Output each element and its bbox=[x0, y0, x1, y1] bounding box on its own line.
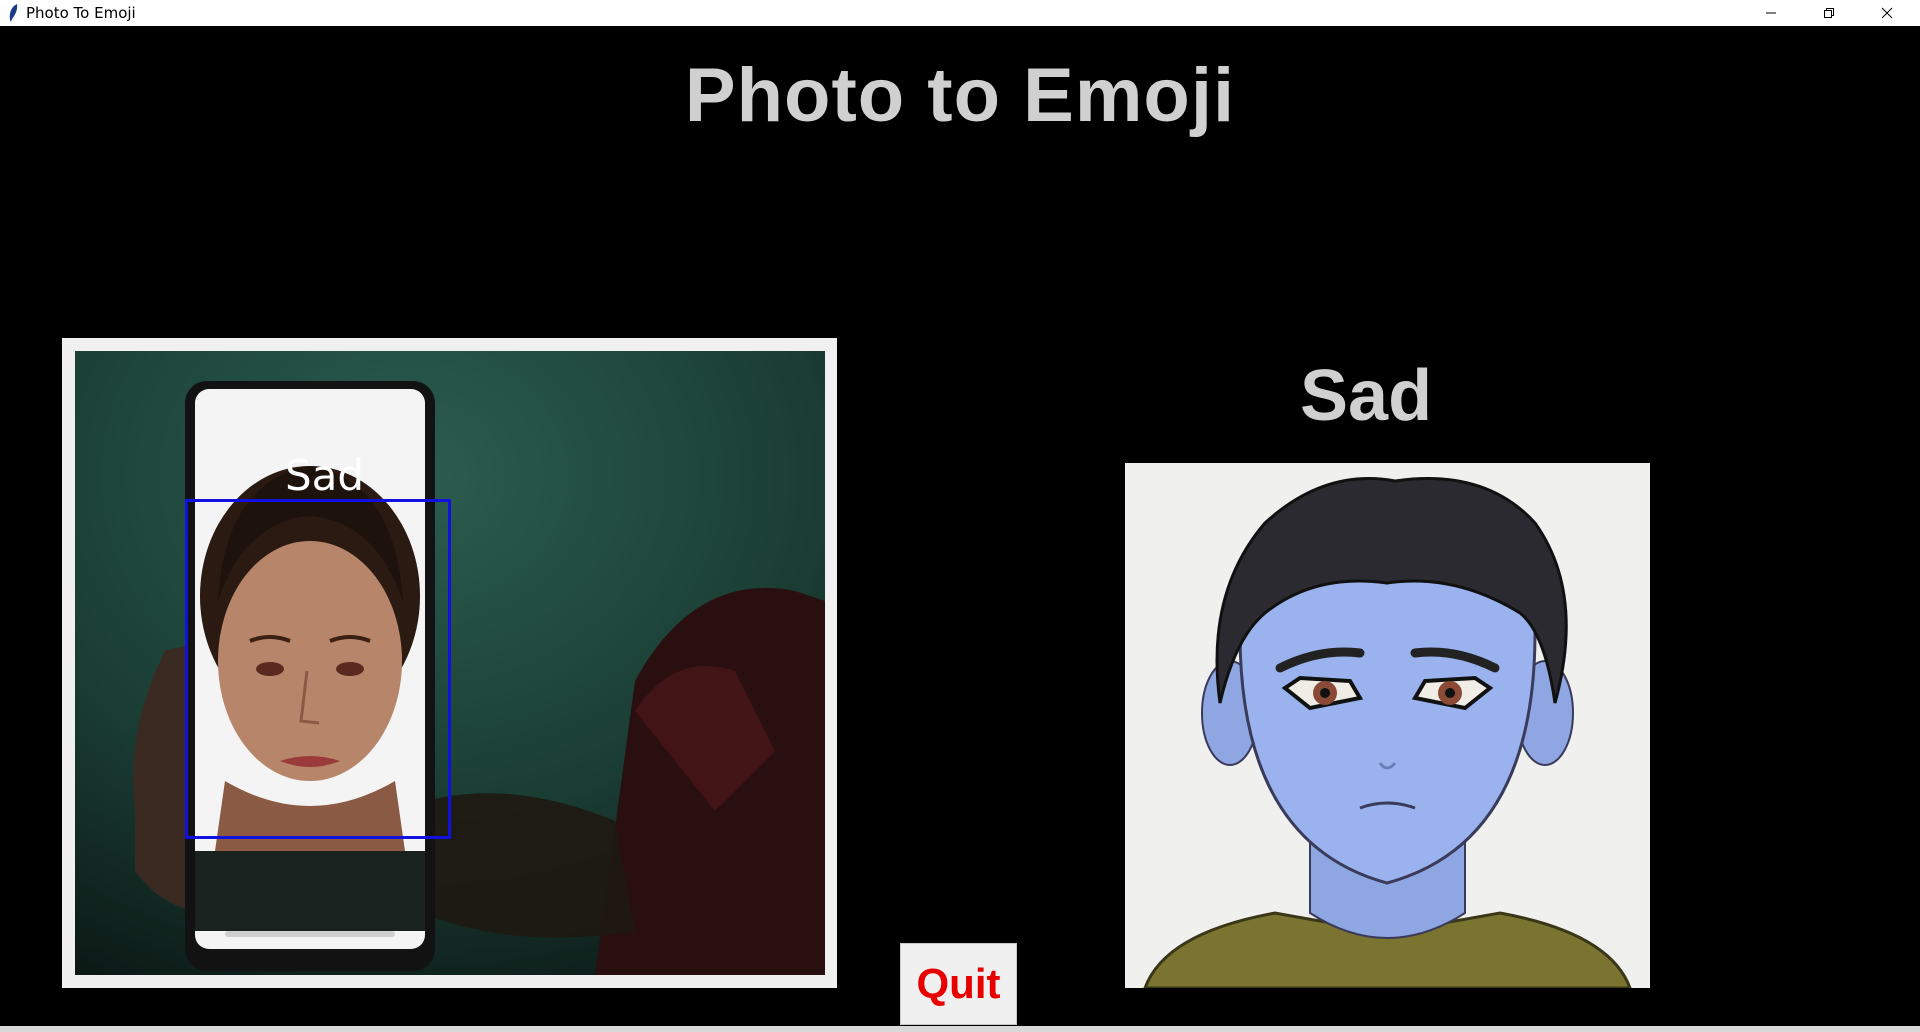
face-detection-box bbox=[185, 499, 451, 839]
restore-button[interactable] bbox=[1800, 0, 1858, 26]
page-title: Photo to Emoji bbox=[684, 53, 1236, 138]
close-button[interactable] bbox=[1858, 0, 1916, 26]
detected-emotion-overlay: Sad bbox=[285, 451, 365, 500]
camera-feed: Sad bbox=[75, 351, 825, 975]
window-title: Photo To Emoji bbox=[26, 4, 136, 22]
minimize-button[interactable] bbox=[1742, 0, 1800, 26]
restore-icon bbox=[1824, 8, 1834, 18]
emotion-label: Sad bbox=[1300, 356, 1433, 436]
quit-button[interactable]: Quit bbox=[900, 943, 1017, 1025]
feather-icon bbox=[9, 4, 18, 22]
sad-avatar-image bbox=[1143, 477, 1632, 988]
window-bottom-border bbox=[0, 1026, 1920, 1032]
close-icon bbox=[1881, 7, 1893, 19]
window-titlebar: Photo To Emoji bbox=[0, 0, 1920, 26]
emoji-panel bbox=[1125, 463, 1650, 988]
minimize-icon bbox=[1766, 12, 1776, 14]
camera-panel: Sad bbox=[62, 338, 837, 988]
